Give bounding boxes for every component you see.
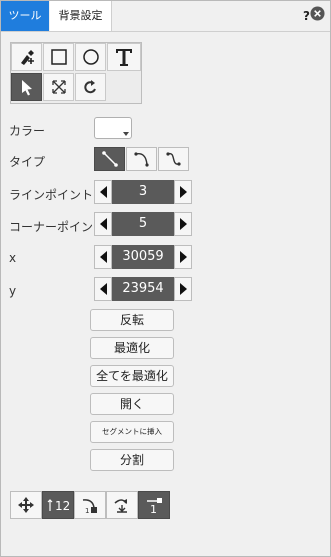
x-label: x <box>9 251 17 265</box>
type-s-curve-button[interactable] <box>158 147 189 171</box>
tab-bar: ツール 背景設定 ? <box>1 1 330 32</box>
point-order-label: 12 <box>55 499 69 513</box>
arrow-left-icon <box>99 283 107 295</box>
arrow-right-icon <box>179 218 187 230</box>
tab-background-settings[interactable]: 背景設定 <box>50 1 112 31</box>
x-value[interactable]: 30059 <box>112 245 174 269</box>
x-decrement[interactable] <box>94 245 112 269</box>
color-label: カラー <box>9 124 46 138</box>
y-decrement[interactable] <box>94 277 112 301</box>
arrow-left-icon <box>99 186 107 198</box>
point-move-icon <box>18 497 34 513</box>
curve-line-icon <box>133 152 149 167</box>
flip-button[interactable]: 反転 <box>90 309 174 331</box>
line-points-stepper: 3 <box>94 180 192 204</box>
line-points-decrement[interactable] <box>94 180 112 204</box>
arrow-left-icon <box>99 218 107 230</box>
resize-tool[interactable] <box>43 73 74 101</box>
select-arrow-icon <box>21 80 32 96</box>
arrow-right-icon <box>179 283 187 295</box>
arrow-left-icon <box>99 251 107 263</box>
chevron-down-icon <box>123 132 129 136</box>
tool-panel: ツール 背景設定 ? カラー タイプ ラインポイント 3 コーナーポイント 5 … <box>0 0 331 557</box>
color-picker[interactable] <box>94 117 132 139</box>
line-points-label: ラインポイント <box>9 188 94 202</box>
tab-tools[interactable]: ツール <box>1 1 49 31</box>
rotate-icon <box>83 80 96 94</box>
point-order-button[interactable]: 12 <box>42 491 74 519</box>
y-value[interactable]: 23954 <box>112 277 174 301</box>
last-point-icon: 1 <box>147 498 162 515</box>
rectangle-icon <box>50 49 67 65</box>
split-button[interactable]: 分割 <box>90 449 174 471</box>
help-button[interactable]: ? <box>303 9 310 23</box>
optimize-all-button[interactable]: 全てを最適化 <box>90 365 174 387</box>
open-button[interactable]: 開く <box>90 393 174 415</box>
last-point-button[interactable]: 1 <box>138 491 170 519</box>
text-icon <box>116 49 132 66</box>
x-stepper: 30059 <box>94 245 192 269</box>
arrow-right-icon <box>179 251 187 263</box>
type-straight-button[interactable] <box>94 147 125 171</box>
pen-add-tool[interactable] <box>11 43 42 71</box>
type-label: タイプ <box>9 155 46 169</box>
corner-points-increment[interactable] <box>174 212 192 236</box>
point-order-icon: 12 <box>47 499 69 513</box>
type-curve-button[interactable] <box>126 147 157 171</box>
text-tool[interactable] <box>107 43 141 71</box>
corner-points-stepper: 5 <box>94 212 192 236</box>
line-points-value[interactable]: 3 <box>112 180 174 204</box>
start-point-icon: 1 <box>82 499 97 515</box>
rotate-tool[interactable] <box>75 73 106 101</box>
y-increment[interactable] <box>174 277 192 301</box>
corner-points-label: コーナーポイント <box>9 220 106 234</box>
pen-add-icon <box>20 50 34 65</box>
point-move-button[interactable] <box>10 491 42 519</box>
circle-tool[interactable] <box>75 43 106 71</box>
x-increment[interactable] <box>174 245 192 269</box>
select-tool[interactable] <box>11 73 42 101</box>
close-icon[interactable] <box>310 6 325 21</box>
optimize-button[interactable]: 最適化 <box>90 337 174 359</box>
next-point-button[interactable] <box>106 491 138 519</box>
arrow-right-icon <box>179 186 187 198</box>
corner-points-decrement[interactable] <box>94 212 112 236</box>
s-curve-line-icon <box>165 152 181 166</box>
type-selector <box>94 147 189 171</box>
corner-points-value[interactable]: 5 <box>112 212 174 236</box>
line-points-increment[interactable] <box>174 180 192 204</box>
circle-icon <box>82 49 99 65</box>
y-label: y <box>9 284 17 298</box>
bottom-toolbar: 12 1 1 <box>10 491 170 519</box>
straight-line-icon <box>101 151 118 167</box>
next-point-icon <box>114 499 127 513</box>
svg-text:1: 1 <box>85 507 89 515</box>
last-point-label: 1 <box>150 503 157 515</box>
tool-palette <box>10 42 142 104</box>
start-point-button[interactable]: 1 <box>74 491 106 519</box>
rectangle-tool[interactable] <box>43 43 74 71</box>
y-stepper: 23954 <box>94 277 192 301</box>
insert-segment-button[interactable]: セグメントに挿入 <box>90 421 174 443</box>
resize-icon <box>51 80 66 94</box>
